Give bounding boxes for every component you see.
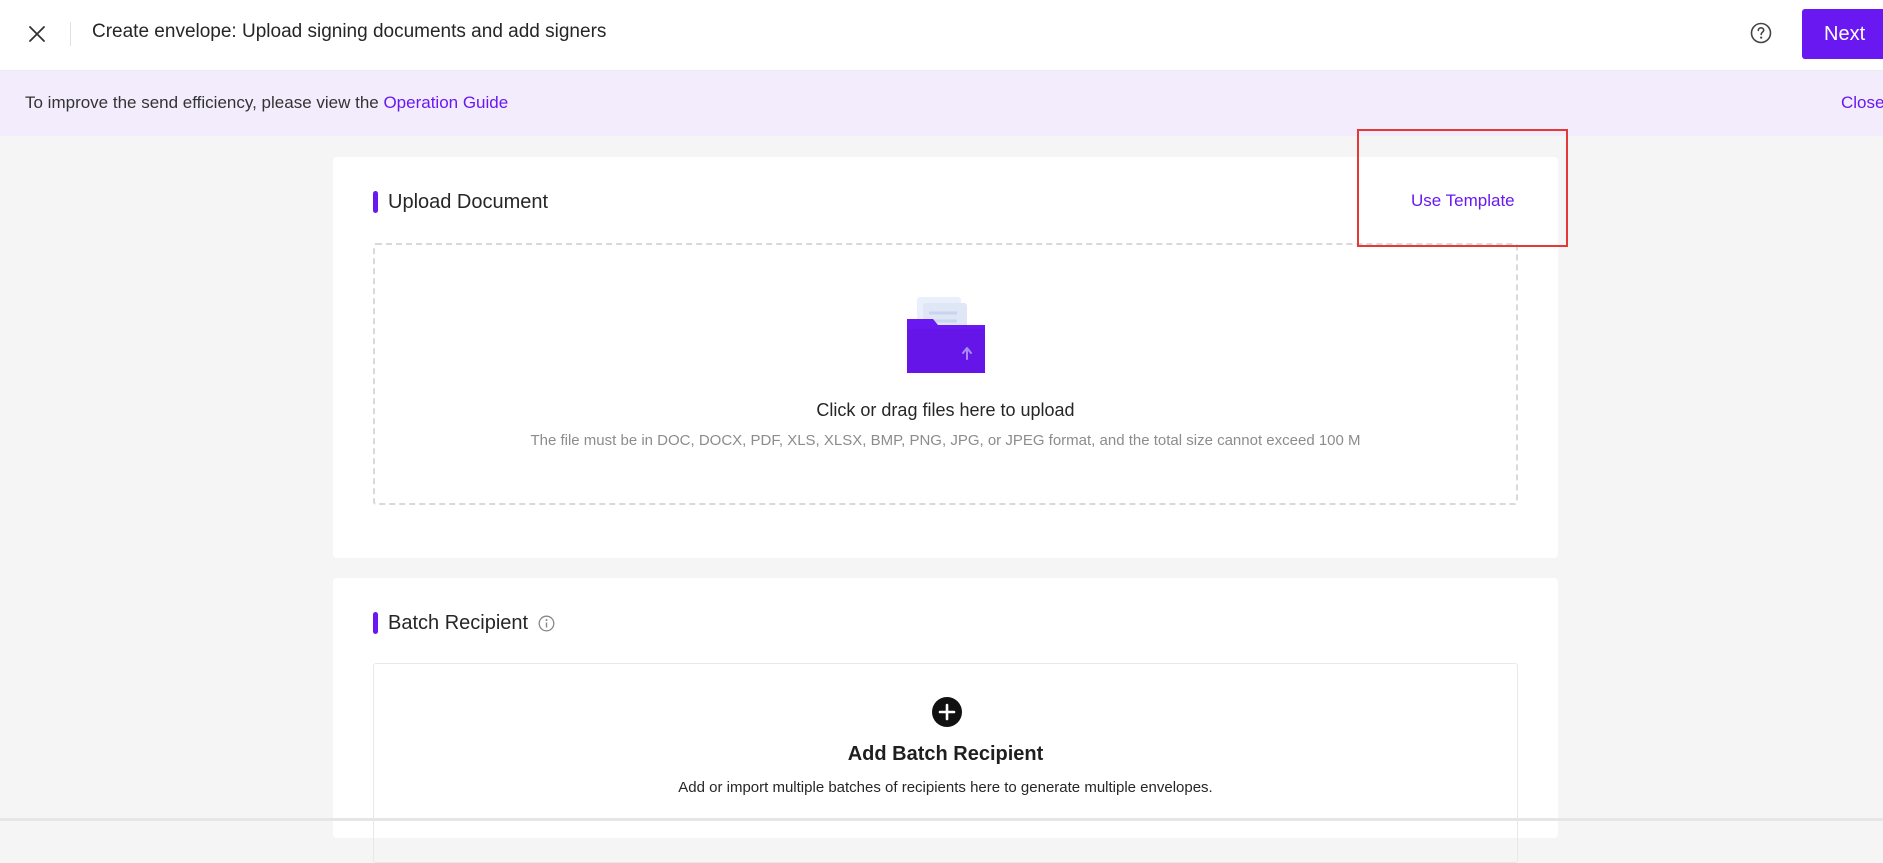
help-circle-icon[interactable] <box>1749 21 1773 45</box>
plus-circle-icon[interactable] <box>931 696 963 728</box>
header-divider <box>70 22 71 46</box>
banner-close-link[interactable]: Close <box>1841 93 1883 113</box>
section-accent-bar <box>373 612 378 634</box>
info-banner: To improve the send efficiency, please v… <box>0 71 1883 136</box>
dropzone-title: Click or drag files here to upload <box>816 400 1075 420</box>
folder-upload-icon <box>905 295 987 375</box>
page-title: Create envelope: Upload signing document… <box>92 21 607 42</box>
use-template-link[interactable]: Use Template <box>1411 191 1515 211</box>
banner-text: To improve the send efficiency, please v… <box>25 93 384 112</box>
next-button[interactable]: Next <box>1802 9 1883 59</box>
batch-recipient-card: Batch Recipient Add Batch Recipient Add … <box>333 578 1558 863</box>
add-batch-recipient-subtitle: Add or import multiple batches of recipi… <box>678 779 1213 796</box>
operation-guide-link[interactable]: Operation Guide <box>383 93 508 112</box>
info-icon[interactable] <box>538 615 555 632</box>
add-batch-recipient-area[interactable]: Add Batch Recipient Add or import multip… <box>373 663 1518 863</box>
batch-section-title: Batch Recipient <box>388 611 529 634</box>
upload-section-header: Upload Document <box>373 190 548 214</box>
top-bar: Create envelope: Upload signing document… <box>0 0 1883 71</box>
batch-section-header: Batch Recipient <box>373 611 555 635</box>
section-accent-bar <box>373 191 378 213</box>
dropzone-hint: The file must be in DOC, DOCX, PDF, XLS,… <box>530 432 1361 449</box>
banner-message: To improve the send efficiency, please v… <box>25 93 508 113</box>
upload-section-title: Upload Document <box>388 190 549 213</box>
upload-document-card: Upload Document Use Template Click or dr… <box>333 157 1558 558</box>
close-icon[interactable] <box>26 23 48 45</box>
file-dropzone[interactable]: Click or drag files here to upload The f… <box>373 243 1518 505</box>
add-batch-recipient-title: Add Batch Recipient <box>847 743 1044 765</box>
